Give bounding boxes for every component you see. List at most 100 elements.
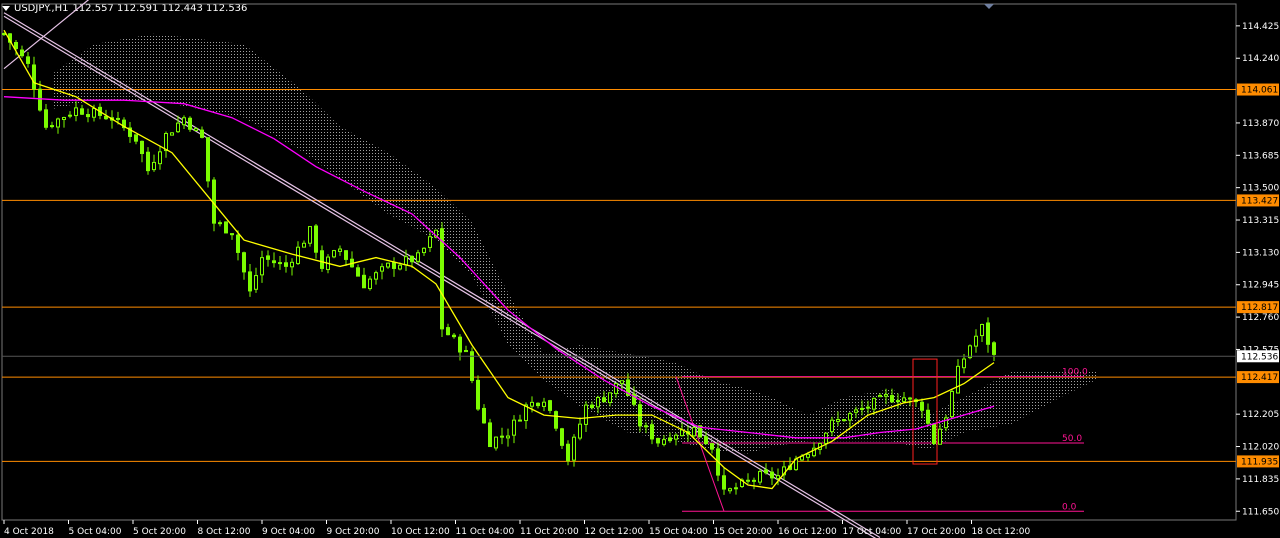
candle-body bbox=[368, 278, 372, 290]
candle-body bbox=[134, 134, 138, 142]
candle bbox=[494, 436, 498, 451]
candle-body bbox=[890, 395, 894, 403]
candle-body bbox=[872, 397, 876, 410]
x-tick-label: 9 Oct 20:00 bbox=[327, 527, 380, 537]
y-tick-label: 113.130 bbox=[1242, 248, 1279, 258]
candle-body bbox=[386, 262, 390, 268]
x-tick-label: 17 Oct 04:00 bbox=[843, 527, 902, 537]
candle-body bbox=[884, 394, 888, 397]
candle-body bbox=[416, 252, 420, 262]
candle-body bbox=[50, 125, 54, 128]
x-tick-label: 9 Oct 04:00 bbox=[262, 527, 315, 537]
candle-body bbox=[236, 234, 240, 253]
candle bbox=[728, 487, 732, 494]
candle-body bbox=[842, 419, 846, 422]
candle bbox=[734, 482, 738, 495]
candle-body bbox=[332, 250, 336, 258]
candle-body bbox=[500, 435, 504, 438]
candle bbox=[290, 258, 294, 276]
candle-body bbox=[746, 479, 750, 482]
candle bbox=[932, 423, 936, 446]
candle-body bbox=[566, 443, 570, 462]
candle-body bbox=[530, 401, 534, 407]
candle-body bbox=[542, 401, 546, 407]
candle-body bbox=[848, 413, 852, 421]
candle-body bbox=[764, 469, 768, 474]
candle bbox=[350, 251, 354, 268]
x-tick-label: 18 Oct 12:00 bbox=[972, 527, 1031, 537]
candle-body bbox=[188, 117, 192, 130]
candle-body bbox=[68, 114, 72, 117]
candle-body bbox=[770, 471, 774, 479]
y-tick-label: 113.685 bbox=[1242, 151, 1279, 161]
candle-body bbox=[752, 479, 756, 482]
candle-body bbox=[482, 407, 486, 424]
candle-body bbox=[200, 129, 204, 138]
candle-body bbox=[32, 64, 36, 90]
candle-body bbox=[464, 350, 468, 353]
candle bbox=[446, 323, 450, 336]
candle-body bbox=[710, 443, 714, 450]
y-tick-label: 111.650 bbox=[1242, 507, 1279, 517]
candle-body bbox=[602, 397, 606, 403]
candle-body bbox=[374, 272, 378, 280]
candle-body bbox=[878, 394, 882, 398]
candle-body bbox=[866, 406, 870, 409]
candle-body bbox=[218, 222, 222, 225]
candle bbox=[488, 418, 492, 448]
candle-body bbox=[830, 419, 834, 433]
candle bbox=[260, 250, 264, 283]
price-chart[interactable]: 100.0 50.0 0.0 114.425 114.240 113.870 113.685… bbox=[0, 0, 1280, 538]
candle-body bbox=[962, 358, 966, 369]
candle bbox=[548, 399, 552, 414]
y-tick-label: 111.835 bbox=[1242, 475, 1279, 485]
candle-body bbox=[152, 161, 156, 171]
candle-body bbox=[140, 140, 144, 155]
candle bbox=[50, 121, 54, 129]
candle bbox=[176, 115, 180, 133]
candle-body bbox=[704, 436, 708, 445]
candle-body bbox=[146, 151, 150, 172]
candle bbox=[278, 256, 282, 270]
candle-body bbox=[230, 233, 234, 236]
candle-body bbox=[956, 365, 960, 394]
x-tick-label: 16 Oct 12:00 bbox=[778, 527, 837, 537]
candle bbox=[692, 426, 696, 438]
candle-body bbox=[284, 262, 288, 267]
candle-body bbox=[398, 264, 402, 270]
y-tick-label: 114.425 bbox=[1242, 22, 1279, 32]
candle-body bbox=[644, 425, 648, 428]
candle bbox=[512, 415, 516, 444]
chart-area[interactable]: USDJPY.,H1 112.557 112.591 112.443 112.5… bbox=[0, 0, 1280, 538]
candle-body bbox=[92, 108, 96, 118]
candle bbox=[986, 317, 990, 353]
candle-body bbox=[14, 42, 18, 50]
candle-body bbox=[224, 221, 228, 234]
candle-body bbox=[194, 128, 198, 132]
candle-body bbox=[932, 424, 936, 444]
candle-body bbox=[896, 400, 900, 403]
candle-body bbox=[554, 411, 558, 429]
x-tick-label: 17 Oct 20:00 bbox=[907, 527, 966, 537]
x-tick-label: 15 Oct 20:00 bbox=[714, 527, 773, 537]
x-tick-label: 8 Oct 12:00 bbox=[198, 527, 251, 537]
candle bbox=[722, 468, 726, 495]
candle-body bbox=[860, 407, 864, 410]
candle bbox=[122, 117, 126, 131]
candle-body bbox=[428, 236, 432, 248]
candle-body bbox=[548, 400, 552, 411]
candle bbox=[134, 134, 138, 145]
candle-body bbox=[308, 226, 312, 244]
candle-body bbox=[806, 453, 810, 458]
candle-body bbox=[56, 118, 60, 128]
candle-body bbox=[608, 392, 612, 403]
candle-body bbox=[758, 471, 762, 483]
candle bbox=[992, 341, 996, 362]
candle-body bbox=[86, 114, 90, 118]
candle bbox=[482, 404, 486, 424]
candle bbox=[392, 257, 396, 277]
candle-body bbox=[584, 404, 588, 425]
candle-body bbox=[182, 117, 186, 126]
candle-body bbox=[488, 422, 492, 448]
level-label: 112.817 bbox=[1241, 303, 1278, 313]
